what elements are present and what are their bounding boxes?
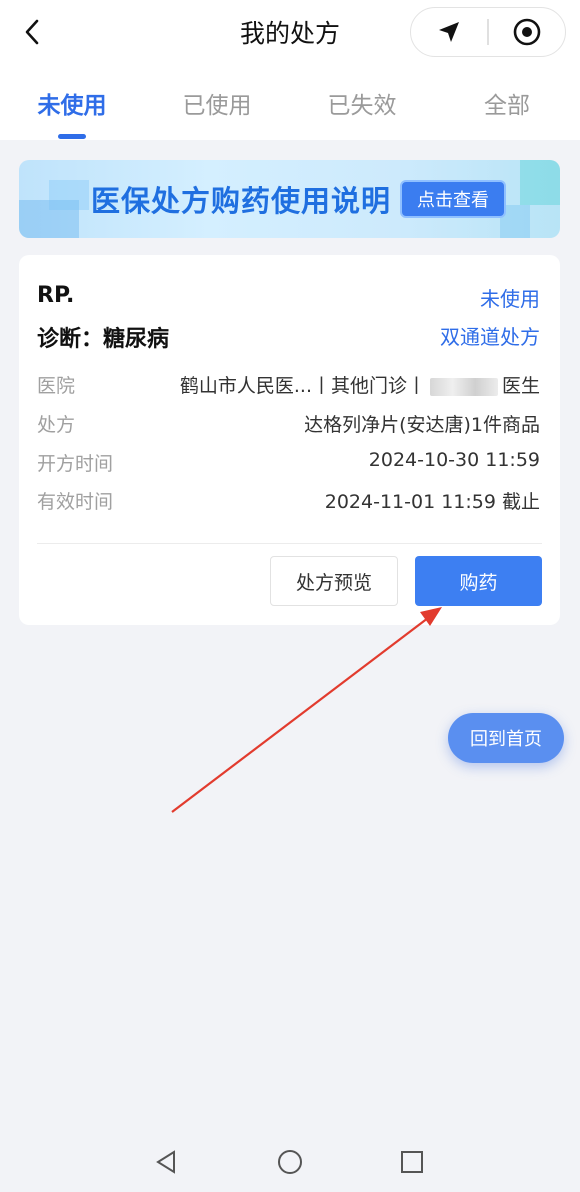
banner-title: 医保处方购药使用说明 — [91, 184, 392, 218]
system-back-button[interactable] — [146, 1142, 186, 1182]
prescription-preview-button[interactable]: 处方预览 — [270, 556, 398, 606]
tab-unused[interactable]: 未使用 — [17, 86, 127, 120]
prescription-label: 处方 — [37, 414, 76, 436]
back-to-home-button[interactable]: 回到首页 — [448, 713, 564, 763]
recents-square-icon — [401, 1151, 423, 1173]
hospital-name: 鹤山市人民医...丨其他门诊丨 — [179, 375, 426, 397]
mini-program-capsule — [410, 7, 566, 57]
location-button[interactable] — [411, 8, 487, 56]
hospital-label: 医院 — [37, 375, 76, 397]
header: 我的处方 未使用 已使用 已失效 全部 — [0, 0, 580, 140]
banner-decoration — [49, 180, 89, 210]
issue-time-row: 开方时间 2024-10-30 11:59 — [37, 449, 540, 479]
tab-bar: 未使用 已使用 已失效 全部 — [0, 78, 580, 140]
banner-decoration — [520, 160, 560, 205]
valid-time-value: 2024-11-01 11:59 截止 — [324, 491, 540, 513]
tab-expired[interactable]: 已失效 — [307, 86, 417, 120]
diagnosis: 诊断：糖尿病 — [37, 327, 170, 352]
hospital-value: 鹤山市人民医...丨其他门诊丨 医生 — [180, 371, 540, 398]
doctor-suffix: 医生 — [501, 375, 540, 397]
prescription-value: 达格列净片(安达唐)1件商品 — [304, 414, 540, 436]
prescription-card: RP. 未使用 诊断：糖尿病 双通道处方 医院 鹤山市人民医...丨其他门诊丨医… — [19, 255, 560, 625]
channel-label: 双通道处方 — [440, 325, 540, 349]
target-circle-icon — [513, 18, 541, 46]
card-divider — [37, 543, 542, 544]
system-recents-button[interactable] — [392, 1142, 432, 1182]
buy-medicine-button[interactable]: 购药 — [415, 556, 542, 606]
close-miniprogram-button[interactable] — [489, 8, 565, 56]
prescription-row: 处方 达格列净片(安达唐)1件商品 — [37, 410, 540, 440]
system-home-button[interactable] — [270, 1142, 310, 1182]
banner-view-button[interactable]: 点击查看 — [400, 180, 506, 218]
hospital-row: 医院 鹤山市人民医...丨其他门诊丨 医生 — [37, 371, 540, 401]
issue-time-label: 开方时间 — [37, 453, 114, 475]
status-badge: 未使用 — [480, 287, 540, 311]
redacted-doctor-name — [429, 377, 498, 396]
back-triangle-icon — [156, 1150, 175, 1174]
tab-indicator — [58, 134, 86, 139]
tab-all[interactable]: 全部 — [452, 86, 562, 120]
page: 我的处方 未使用 已使用 已失效 全部 医保处方购药使用说明 点击查看 RP. … — [0, 0, 580, 1192]
home-circle-icon — [278, 1150, 302, 1174]
system-nav-bar — [0, 1130, 580, 1192]
issue-time-value: 2024-10-30 11:59 — [368, 449, 540, 471]
navigation-arrow-icon — [439, 22, 460, 42]
rp-label: RP. — [37, 283, 75, 308]
valid-time-label: 有效时间 — [37, 491, 114, 513]
valid-time-row: 有效时间 2024-11-01 11:59 截止 — [37, 487, 540, 517]
tab-used[interactable]: 已使用 — [162, 86, 272, 120]
